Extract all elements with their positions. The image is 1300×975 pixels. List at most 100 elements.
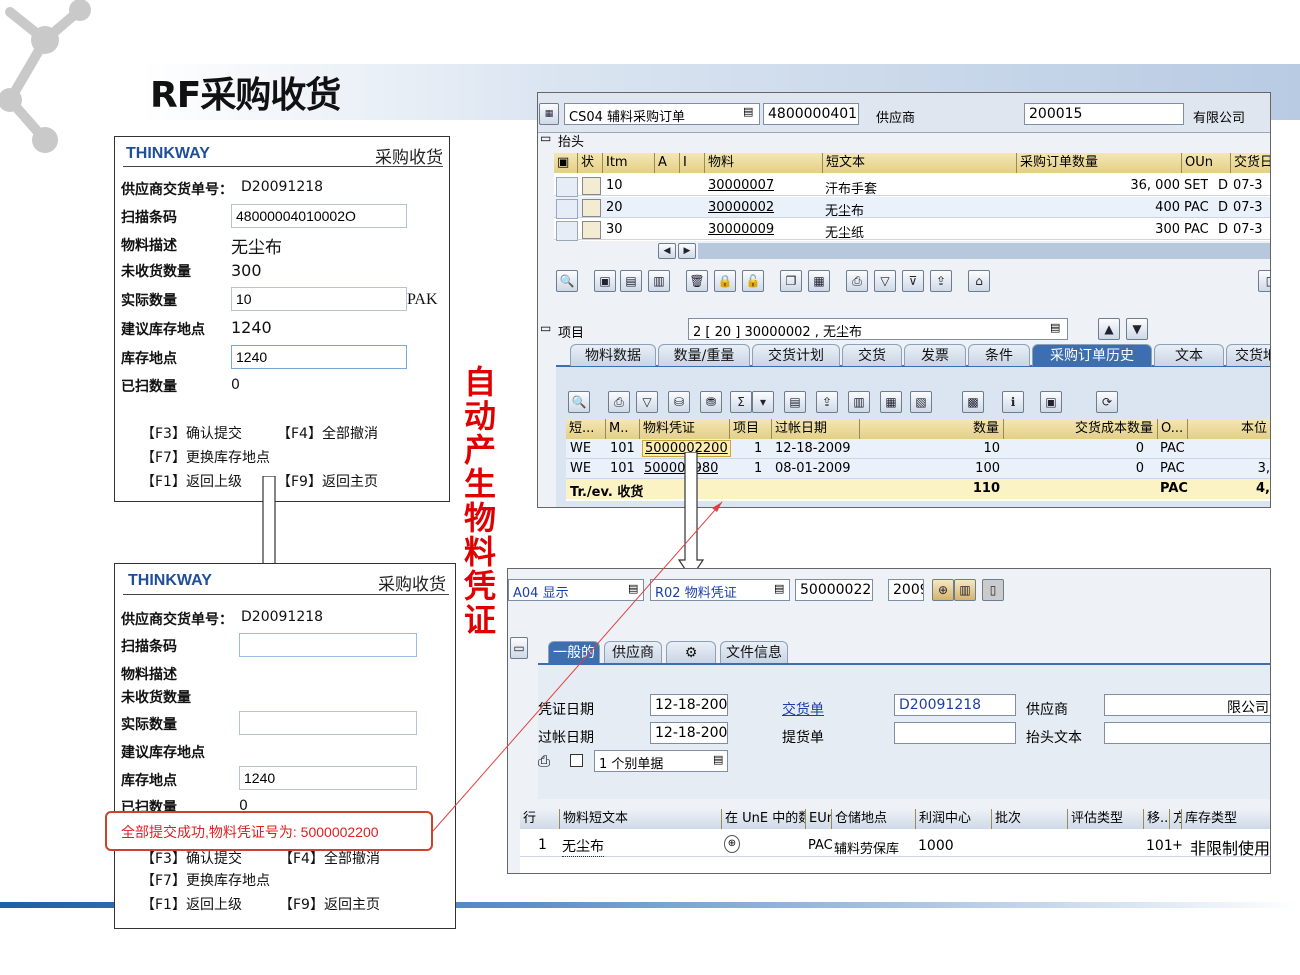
delivery-note-label[interactable]: 交货单: [782, 699, 824, 719]
col-i[interactable]: I: [680, 153, 705, 173]
lcol-sloc[interactable]: 仓储地点: [832, 809, 916, 829]
tab-delivery-address[interactable]: 交货地: [1226, 344, 1270, 366]
po-number[interactable]: 4800000401: [763, 103, 859, 125]
expand-icon[interactable]: ▭: [540, 131, 551, 145]
tab-delivery[interactable]: 交货: [842, 344, 902, 366]
doc-year[interactable]: 2009: [888, 579, 924, 601]
vendor-id[interactable]: 200015: [1024, 103, 1184, 125]
doc-number[interactable]: 5000002200: [795, 579, 873, 601]
printer-icon[interactable]: ⎙: [538, 752, 550, 770]
actual-qty-input[interactable]: 10: [231, 287, 407, 311]
tab-po-history[interactable]: 采购订单历史: [1032, 344, 1152, 366]
header-text-field[interactable]: [1104, 722, 1270, 744]
lock-icon[interactable]: 🔒: [714, 270, 736, 292]
lcol-text[interactable]: 物料短文本: [560, 809, 722, 829]
row-selector[interactable]: [556, 177, 578, 197]
tab-transport[interactable]: ⚙: [666, 641, 716, 663]
block-icon[interactable]: ▥: [648, 270, 670, 292]
col-select[interactable]: ▣: [554, 153, 578, 173]
layout-icon[interactable]: ▥: [848, 391, 870, 413]
tab-invoice[interactable]: 发票: [904, 344, 966, 366]
bill-of-lading-field[interactable]: [894, 722, 1016, 744]
hcol-post-date[interactable]: 过帐日期: [772, 419, 860, 439]
fkey-change-sloc[interactable]: 【F7】更换库存地点: [141, 447, 270, 467]
find-next-icon[interactable]: ⛃: [700, 391, 722, 413]
hcol-short[interactable]: 短...: [566, 419, 606, 439]
lcol-eun[interactable]: EUn: [806, 809, 832, 829]
fkey-undo-all[interactable]: 【F4】全部撤消: [277, 423, 378, 443]
hcol-item[interactable]: 项目: [730, 419, 772, 439]
dropdown-icon[interactable]: ▤: [713, 753, 723, 766]
filter-icon[interactable]: ▽: [874, 270, 896, 292]
filter-set-icon[interactable]: ⊽: [902, 270, 924, 292]
hcol-cost-qty[interactable]: 交货成本数量: [1004, 419, 1158, 439]
slip-select[interactable]: 1 个别单据: [594, 750, 728, 772]
row-selector[interactable]: [556, 221, 578, 241]
print-icon[interactable]: ⎙: [846, 270, 868, 292]
col-itm[interactable]: Itm: [603, 153, 655, 173]
lcol-qty-une[interactable]: 在 UnE 中的数量: [722, 809, 806, 829]
tab-material-data[interactable]: 物料数据: [570, 344, 656, 366]
col-short-text[interactable]: 短文本: [823, 153, 1017, 173]
tab-text[interactable]: 文本: [1154, 344, 1224, 366]
export-icon[interactable]: ⇪: [930, 270, 952, 292]
filter-icon[interactable]: ▽: [636, 391, 658, 413]
view-icon[interactable]: ▤: [784, 391, 806, 413]
hcol-local[interactable]: 本位: [1188, 419, 1270, 439]
scroll-right-icon[interactable]: ▶: [678, 243, 696, 259]
dropdown-icon[interactable]: ▤: [628, 582, 638, 595]
material-link[interactable]: 30000007: [708, 178, 774, 193]
doc-type-select[interactable]: R02 物料凭证: [650, 579, 790, 601]
subtotal-icon[interactable]: ▾: [752, 391, 774, 413]
vendor-field[interactable]: 限公司: [1104, 694, 1270, 716]
export-icon[interactable]: ⇪: [816, 391, 838, 413]
col-deliv-date[interactable]: 交货日: [1231, 153, 1270, 173]
col-oun[interactable]: OUn: [1182, 153, 1231, 173]
tab-delivery-schedule[interactable]: 交货计划: [752, 344, 840, 366]
details-icon[interactable]: 🔍: [568, 391, 590, 413]
tab-doc-info[interactable]: 文件信息: [720, 641, 788, 663]
col-a[interactable]: A: [655, 153, 680, 173]
lcol-mvt[interactable]: 移..: [1144, 809, 1170, 829]
tab-general[interactable]: 一般的: [548, 641, 600, 663]
dropdown-icon[interactable]: ▤: [774, 582, 784, 595]
more-icon[interactable]: ▯: [1258, 270, 1270, 292]
settings-icon[interactable]: ⌂: [968, 270, 990, 292]
lcol-profit[interactable]: 利润中心: [916, 809, 992, 829]
tab-vendor[interactable]: 供应商: [604, 641, 662, 663]
delivery-note-field[interactable]: D20091218: [894, 694, 1016, 716]
next-item-icon[interactable]: ▼: [1126, 318, 1148, 340]
lcol-valuation[interactable]: 评估类型: [1068, 809, 1144, 829]
material-link[interactable]: 30000009: [708, 222, 774, 237]
scan-barcode-input[interactable]: [239, 633, 417, 657]
chart-icon[interactable]: ▩: [962, 391, 984, 413]
find-icon[interactable]: ⛁: [668, 391, 690, 413]
print-checkbox[interactable]: [570, 754, 583, 767]
delete-icon[interactable]: 🗑: [686, 270, 708, 292]
details-icon[interactable]: 🔍: [556, 270, 578, 292]
fkey-confirm[interactable]: 【F3】确认提交: [141, 423, 242, 443]
sloc-input[interactable]: 1240: [239, 766, 417, 790]
check-icon[interactable]: ▯: [982, 579, 1004, 601]
prev-item-icon[interactable]: ▲: [1098, 318, 1120, 340]
hcol-movement[interactable]: M..: [606, 419, 640, 439]
post-date-field[interactable]: 12-18-2009: [650, 722, 728, 744]
actual-qty-input[interactable]: [239, 711, 417, 735]
col-status[interactable]: 状: [578, 153, 603, 173]
hcol-qty[interactable]: 数量: [860, 419, 1004, 439]
fkey-change-sloc[interactable]: 【F7】更换库存地点: [141, 870, 270, 890]
dropdown-icon[interactable]: ▤: [743, 105, 753, 118]
tab-qty-weight[interactable]: 数量/重量: [658, 344, 750, 366]
hcol-mat-doc[interactable]: 物料凭证: [640, 419, 730, 439]
lcol-line[interactable]: 行: [520, 809, 560, 829]
tab-conditions[interactable]: 条件: [968, 344, 1030, 366]
collapse-icon[interactable]: ▭: [510, 637, 528, 659]
execute-icon[interactable]: ⊕: [932, 579, 954, 601]
hold-icon[interactable]: ▥: [954, 579, 976, 601]
detail-icon[interactable]: ⊕: [724, 835, 740, 853]
lcol-batch[interactable]: 批次: [992, 809, 1068, 829]
scan-barcode-input[interactable]: 48000004010002O: [231, 204, 407, 228]
mode-select[interactable]: A04 显示: [508, 579, 644, 601]
row-selector[interactable]: [556, 199, 578, 219]
fkey-undo-all[interactable]: 【F4】全部撤消: [279, 848, 380, 868]
